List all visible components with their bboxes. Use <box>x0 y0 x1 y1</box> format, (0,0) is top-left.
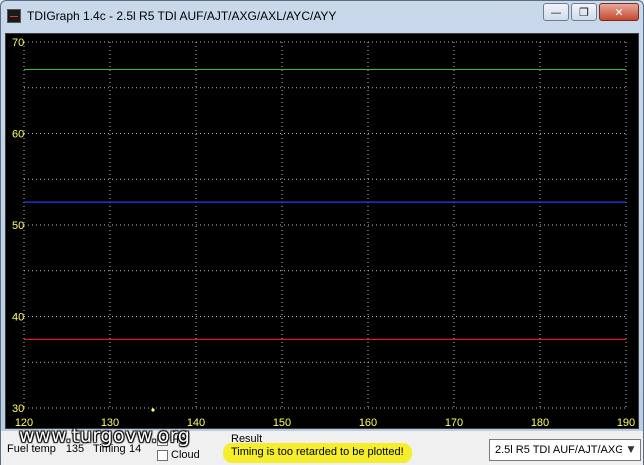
cloud-checkbox-label: Cloud <box>171 449 200 461</box>
maximize-button[interactable]: ❐ <box>571 3 597 21</box>
cloud-checkbox-box[interactable] <box>157 449 168 461</box>
x-tick-label: 160 <box>359 417 377 429</box>
watermark: www.turgovw.org <box>19 425 191 447</box>
engine-dropdown[interactable]: 2.5l R5 TDI AUF/AJT/AXG ▼ <box>489 439 641 461</box>
y-tick-label: 30 <box>12 403 24 415</box>
data-point-marker <box>151 408 155 412</box>
cloud-checkbox[interactable]: Cloud <box>157 449 200 461</box>
x-tick-label: 170 <box>445 417 463 429</box>
app-window: TDIGraph 1.4c - 2.5l R5 TDI AUF/AJT/AXG/… <box>0 0 644 465</box>
y-tick-label: 50 <box>12 220 24 232</box>
timing-graph: 70 60 50 40 30 120 130 140 150 160 170 180 190 <box>5 33 639 429</box>
y-tick-label: 70 <box>12 37 24 49</box>
x-tick-label: 180 <box>531 417 549 429</box>
result-message: Timing is too retarded to be plotted! <box>223 443 412 463</box>
x-tick-label: 150 <box>273 417 291 429</box>
graph-canvas: 7060504030120 130 140 150 160 170 180 190 <box>12 37 635 429</box>
minimize-button[interactable]: — <box>543 3 569 21</box>
x-tick-label: 190 <box>617 417 635 429</box>
close-button[interactable]: ✕ <box>599 3 639 21</box>
window-title: TDIGraph 1.4c - 2.5l R5 TDI AUF/AJT/AXG/… <box>27 9 337 23</box>
app-icon <box>7 9 21 23</box>
engine-dropdown-value: 2.5l R5 TDI AUF/AJT/AXG <box>495 444 622 456</box>
window-controls: — ❐ ✕ <box>541 3 639 21</box>
y-tick-label: 60 <box>12 129 24 141</box>
y-tick-label: 40 <box>12 312 24 324</box>
chevron-down-icon[interactable]: ▼ <box>622 445 640 455</box>
title-bar[interactable]: TDIGraph 1.4c - 2.5l R5 TDI AUF/AJT/AXG/… <box>1 1 643 31</box>
